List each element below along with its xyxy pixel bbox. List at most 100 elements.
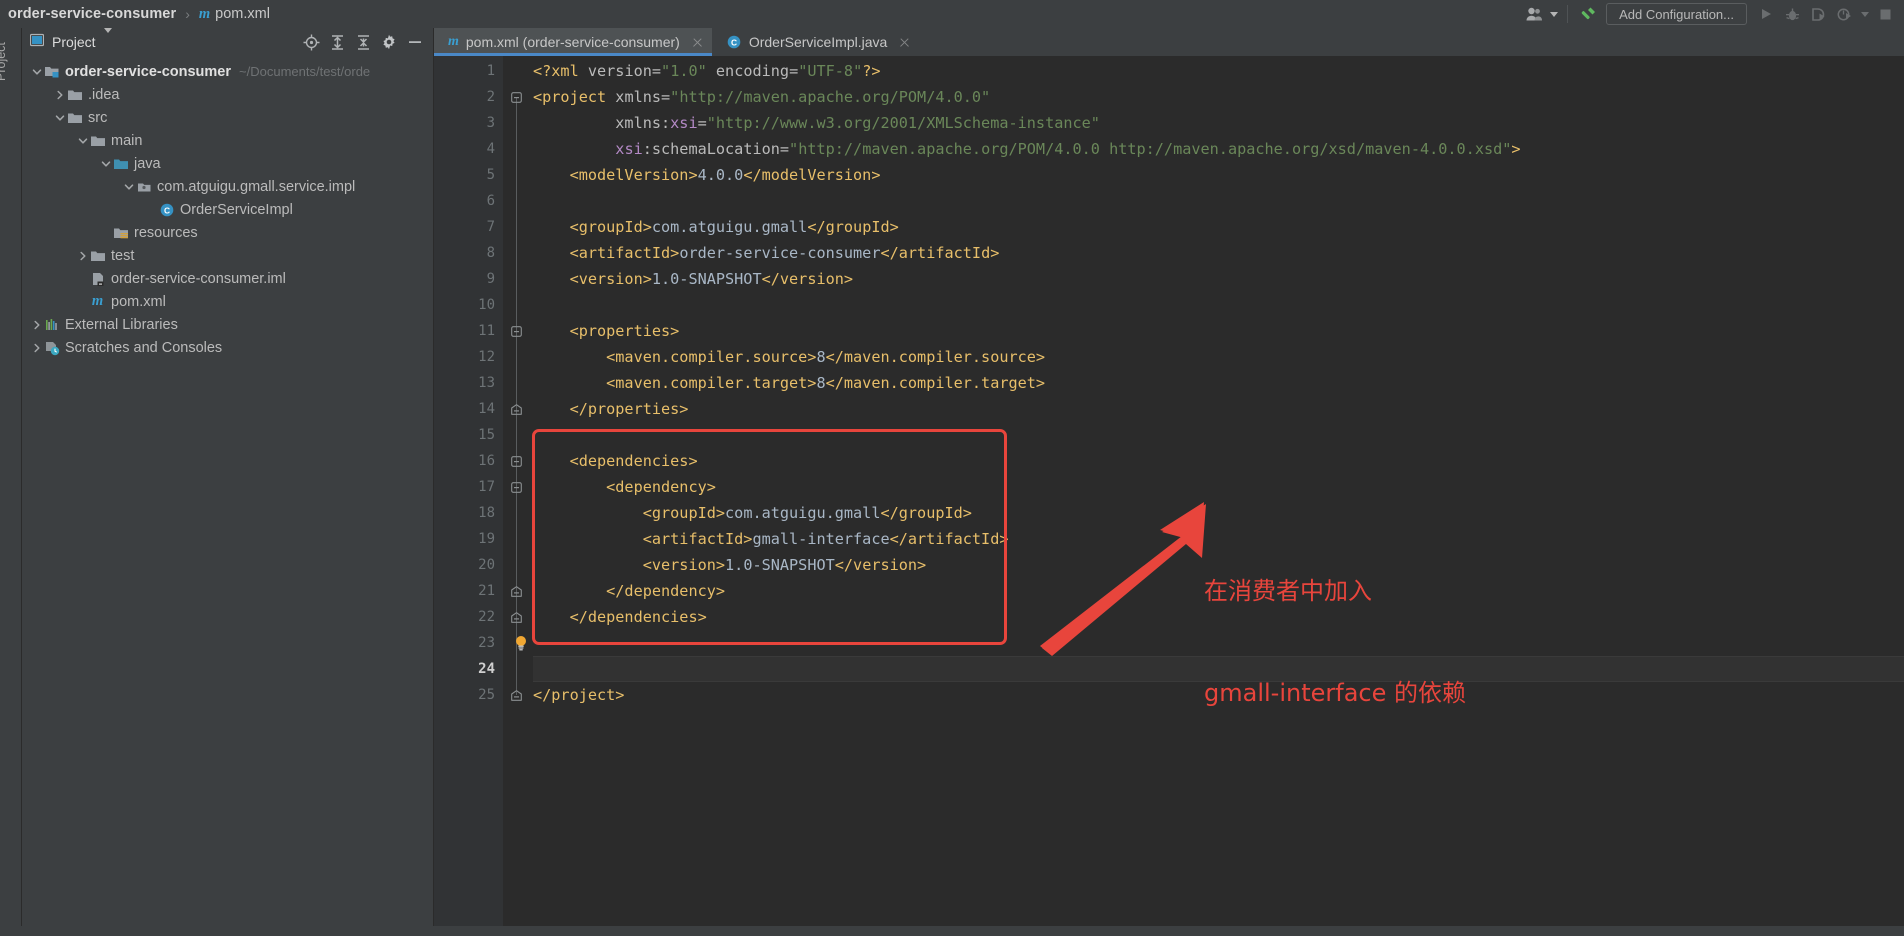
code-line[interactable]: <maven.compiler.target>8</maven.compiler… — [533, 370, 1045, 396]
chevron-down-icon[interactable] — [30, 65, 43, 78]
user-dropdown-caret-icon[interactable] — [1547, 1, 1561, 27]
tree-item-label: Scratches and Consoles — [65, 339, 223, 356]
chevron-down-icon[interactable] — [76, 134, 89, 147]
tree-item-orderserviceimpl[interactable]: C OrderServiceImpl — [22, 198, 434, 221]
project-tool-window-button[interactable]: Project — [0, 27, 8, 81]
code-line[interactable]: <groupId>com.atguigu.gmall</groupId> — [533, 500, 972, 526]
code-token-tg: <maven.compiler.source> — [533, 348, 817, 366]
code-line[interactable]: <maven.compiler.source>8</maven.compiler… — [533, 344, 1045, 370]
project-view-chevron-down-icon[interactable] — [103, 28, 112, 51]
tree-item-main[interactable]: main — [22, 129, 434, 152]
fold-expand-end-icon[interactable] — [511, 586, 522, 597]
user-icon[interactable] — [1521, 1, 1547, 27]
fold-expand-end-icon[interactable] — [511, 690, 522, 701]
code-line[interactable]: </properties> — [533, 396, 689, 422]
breadcrumb-separator-icon: › — [185, 6, 190, 22]
code-line[interactable]: xmlns:xsi="http://www.w3.org/2001/XMLSch… — [533, 110, 1100, 136]
debug-bug-icon[interactable] — [1779, 1, 1805, 27]
code-line[interactable]: </dependency> — [533, 578, 725, 604]
fold-collapse-icon[interactable] — [511, 482, 522, 493]
hammer-build-icon[interactable] — [1574, 1, 1600, 27]
fold-collapse-icon[interactable] — [511, 92, 522, 103]
fold-region-line — [516, 331, 517, 409]
chevron-right-icon[interactable] — [53, 88, 66, 101]
chevron-right-icon[interactable] — [76, 249, 89, 262]
code-line[interactable]: <dependencies> — [533, 448, 698, 474]
expand-all-icon[interactable] — [324, 29, 350, 55]
code-line[interactable]: <artifactId>gmall-interface</artifactId> — [533, 526, 1009, 552]
locate-target-icon[interactable] — [298, 29, 324, 55]
fold-collapse-icon[interactable] — [511, 326, 522, 337]
code-editor[interactable]: 1 2 3 4 5 6 7 8 9 10 11 12 13 14 15 16 17 18 19 20 21 22 23 24 2… — [434, 56, 1904, 936]
tree-item--idea[interactable]: .idea — [22, 83, 434, 106]
code-line[interactable]: <project xmlns="http://maven.apache.org/… — [533, 84, 990, 110]
tree-item-order-service-consumer-iml[interactable]: order-service-consumer.iml — [22, 267, 434, 290]
settings-gear-icon[interactable] — [376, 29, 402, 55]
code-token-st: "http://maven.apache.org/POM/4.0.0 http:… — [789, 140, 1512, 158]
profiler-icon[interactable] — [1831, 1, 1857, 27]
collapse-all-icon[interactable] — [350, 29, 376, 55]
code-token-st: "UTF-8" — [798, 62, 863, 80]
tree-item-pom-xml[interactable]: m pom.xml — [22, 290, 434, 313]
close-icon[interactable] — [691, 36, 704, 49]
code-token-tx: 4.0.0 — [697, 166, 744, 184]
code-token-tx: gmall-interface — [752, 530, 890, 548]
code-token-eq: = — [789, 62, 799, 80]
code-line[interactable]: <modelVersion>4.0.0</modelVersion> — [533, 162, 881, 188]
run-with-coverage-icon[interactable] — [1805, 1, 1831, 27]
code-line[interactable]: xsi:schemaLocation="http://maven.apache.… — [533, 136, 1520, 162]
code-content[interactable]: <?xml version="1.0" encoding="UTF-8"?> <p… — [533, 56, 1904, 936]
line-number: 1 — [486, 63, 495, 79]
close-icon[interactable] — [898, 36, 911, 49]
fold-expand-end-icon[interactable] — [511, 404, 522, 415]
code-token-eq: = — [651, 62, 662, 80]
code-line[interactable]: <?xml version="1.0" encoding="UTF-8"?> — [533, 58, 881, 84]
add-configuration-button[interactable]: Add Configuration... — [1606, 3, 1747, 25]
breadcrumb-project[interactable]: order-service-consumer — [8, 6, 176, 22]
tree-item-src[interactable]: src — [22, 106, 434, 129]
run-icon[interactable] — [1753, 1, 1779, 27]
annotation-line-1: 在消费者中加入 — [1204, 577, 1372, 605]
tree-item-java[interactable]: java — [22, 152, 434, 175]
chevron-down-icon[interactable] — [122, 180, 135, 193]
hide-panel-icon[interactable] — [402, 29, 428, 55]
tree-item-resources[interactable]: resources — [22, 221, 434, 244]
tree-item-label: test — [111, 247, 135, 264]
code-token-tg: <version> — [533, 556, 726, 574]
tree-item-order-service-consumer[interactable]: order-service-consumer ~/Documents/test/o… — [22, 60, 434, 83]
chevron-right-icon[interactable] — [30, 341, 43, 354]
code-line[interactable]: </project> — [533, 682, 624, 708]
toolbar-right-group: Add Configuration... — [1521, 0, 1904, 28]
code-line[interactable]: <properties> — [533, 318, 680, 344]
fold-expand-end-icon[interactable] — [511, 612, 522, 623]
code-line[interactable]: <dependency> — [533, 474, 716, 500]
line-number: 15 — [478, 427, 495, 443]
code-line[interactable]: </dependencies> — [533, 604, 707, 630]
line-number: 4 — [486, 141, 495, 157]
tree-item-external-libraries[interactable]: External Libraries — [22, 313, 434, 336]
editor-tab-pom-xml[interactable]: m pom.xml (order-service-consumer) — [434, 28, 712, 56]
folder-icon — [66, 109, 83, 126]
fold-collapse-icon[interactable] — [511, 456, 522, 467]
editor-tab-orderserviceimpl-java[interactable]: C OrderServiceImpl.java — [712, 28, 920, 56]
annotation-line-2: gmall-interface 的依赖 — [1204, 679, 1466, 707]
code-line[interactable]: <version>1.0-SNAPSHOT</version> — [533, 552, 926, 578]
code-token-tg: </dependency> — [533, 582, 726, 600]
tree-item-com-atguigu-gmall-service-impl[interactable]: com.atguigu.gmall.service.impl — [22, 175, 434, 198]
tree-item-label: src — [88, 109, 108, 126]
editor-fold-gutter[interactable] — [503, 56, 533, 936]
editor-gutter[interactable]: 1 2 3 4 5 6 7 8 9 10 11 12 13 14 15 16 17 18 19 20 21 22 23 24 2… — [434, 56, 503, 936]
chevron-right-icon[interactable] — [30, 318, 43, 331]
code-line[interactable]: <artifactId>order-service-consumer</arti… — [533, 240, 1000, 266]
intention-bulb-icon[interactable] — [514, 635, 528, 651]
stop-square-icon[interactable] — [1872, 1, 1898, 27]
tree-item-test[interactable]: test — [22, 244, 434, 267]
code-line[interactable]: <groupId>com.atguigu.gmall</groupId> — [533, 214, 899, 240]
breadcrumb-file[interactable]: pom.xml — [215, 6, 270, 22]
code-line[interactable]: <version>1.0-SNAPSHOT</version> — [533, 266, 853, 292]
chevron-down-icon[interactable] — [53, 111, 66, 124]
toolbar-more-caret-icon[interactable] — [1857, 1, 1872, 27]
main-toolbar: order-service-consumer › m pom.xml Add C… — [0, 0, 1904, 28]
tree-item-scratches-and-consoles[interactable]: Scratches and Consoles — [22, 336, 434, 359]
chevron-down-icon[interactable] — [99, 157, 112, 170]
